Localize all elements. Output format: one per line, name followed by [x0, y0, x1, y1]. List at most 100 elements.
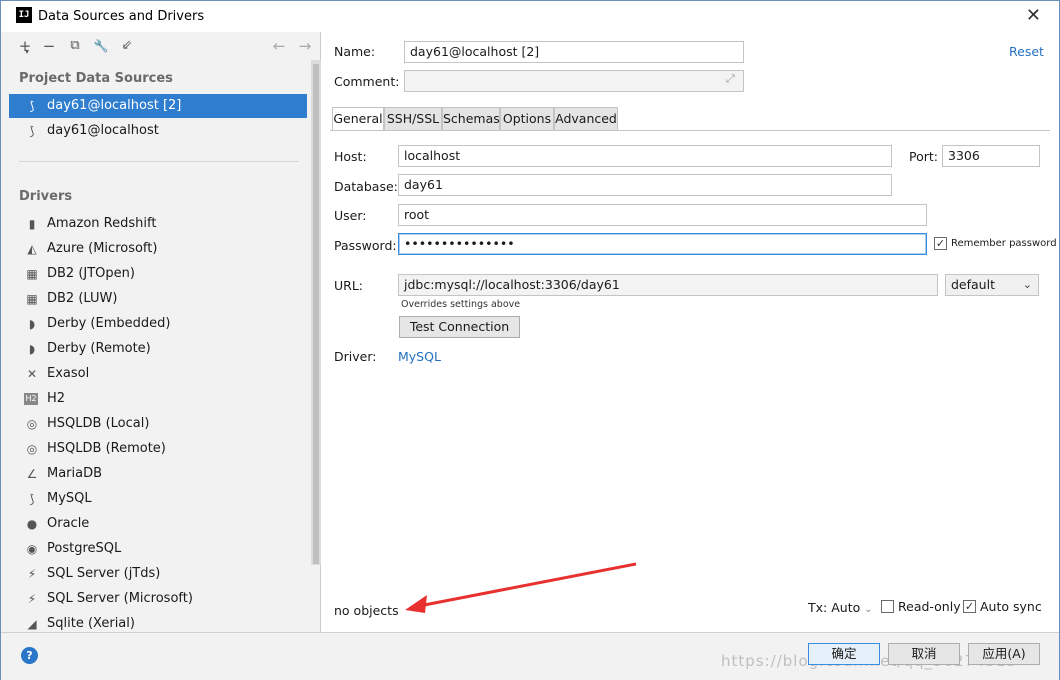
driver-item[interactable]: H2 H2 [9, 387, 307, 411]
driver-item[interactable]: ◎ HSQLDB (Remote) [9, 437, 307, 461]
left-panel: + ▾ − ⧉ 🔧 ⇙ ← → Project Data Sources ⟆ d… [1, 32, 321, 632]
driver-item[interactable]: ◭ Azure (Microsoft) [9, 237, 307, 261]
close-icon[interactable]: ✕ [1026, 5, 1041, 26]
apply-button[interactable]: 应用(A) [968, 643, 1040, 665]
ok-button[interactable]: 确定 [808, 643, 880, 665]
comment-field[interactable] [404, 70, 744, 92]
url-label: URL: [334, 278, 364, 293]
test-connection-button[interactable]: Test Connection [399, 316, 520, 338]
oracle-icon: ● [26, 517, 38, 531]
database-label: Database: [334, 179, 398, 194]
driver-label: HSQLDB (Remote) [47, 441, 166, 456]
driver-label: Derby (Embedded) [47, 316, 171, 331]
wrench-icon[interactable]: 🔧 [91, 36, 111, 56]
driver-label: SQL Server (Microsoft) [47, 591, 193, 606]
tx-mode-label: Tx: Auto [808, 600, 861, 615]
url-mode-value: default [951, 277, 995, 292]
driver-label: H2 [47, 391, 66, 406]
driver-item[interactable]: ✕ Exasol [9, 362, 307, 386]
derby-hat-icon: ◗ [28, 342, 36, 356]
tab-schemas[interactable]: Schemas [442, 107, 500, 131]
left-scrollbar[interactable] [311, 60, 321, 565]
auto-sync-checkbox[interactable]: ✓ [963, 600, 976, 613]
tab-general[interactable]: General [332, 107, 384, 131]
forward-arrow-icon[interactable]: → [295, 36, 315, 56]
read-only-checkbox[interactable] [881, 600, 894, 613]
back-arrow-icon[interactable]: ← [269, 36, 289, 56]
import-icon[interactable]: ⇙ [117, 36, 137, 56]
help-icon[interactable]: ? [21, 647, 38, 664]
exasol-icon: ✕ [26, 367, 38, 381]
database-field[interactable]: day61 [398, 174, 892, 196]
driver-item[interactable]: ▦ DB2 (LUW) [9, 287, 307, 311]
chevron-down-icon: ⌄ [1022, 278, 1032, 291]
user-field[interactable]: root [398, 204, 927, 226]
name-label: Name: [334, 44, 376, 59]
driver-label: DB2 (JTOpen) [47, 266, 135, 281]
url-hint: Overrides settings above [401, 299, 521, 310]
postgresql-elephant-icon: ◉ [26, 542, 38, 556]
cancel-button[interactable]: 取消 [888, 643, 960, 665]
db2-icon: ▦ [26, 267, 38, 281]
title-bar: IJ Data Sources and Drivers ✕ [1, 1, 1059, 32]
driver-label: Amazon Redshift [47, 216, 157, 231]
scrollbar-thumb[interactable] [313, 64, 319, 564]
annotation-arrow [405, 562, 637, 613]
remember-password-checkbox[interactable]: ✓ [934, 237, 947, 250]
driver-link[interactable]: MySQL [398, 349, 441, 364]
url-field[interactable]: jdbc:mysql://localhost:3306/day61 [398, 274, 938, 296]
copy-icon[interactable]: ⧉ [65, 36, 85, 56]
url-mode-select[interactable]: default ⌄ [945, 274, 1039, 296]
driver-item[interactable]: ∠ MariaDB [9, 462, 307, 486]
data-source-item[interactable]: ⟆ day61@localhost [2] [9, 94, 307, 118]
left-toolbar: + ▾ − ⧉ 🔧 ⇙ ← → [1, 32, 321, 60]
sqlserver-icon: ⚡ [27, 567, 37, 581]
driver-label: MySQL [47, 491, 92, 506]
remove-icon[interactable]: − [39, 36, 59, 56]
driver-item[interactable]: ◗ Derby (Remote) [9, 337, 307, 361]
section-divider [19, 161, 299, 162]
driver-item[interactable]: ⚡ SQL Server (Microsoft) [9, 587, 307, 611]
driver-item[interactable]: ⟆ MySQL [9, 487, 307, 511]
right-panel: Name: day61@localhost [2] Reset Comment:… [322, 32, 1059, 632]
driver-item[interactable]: ▦ DB2 (JTOpen) [9, 262, 307, 286]
remember-password-label: Remember password [951, 238, 1057, 249]
tab-ssh-ssl[interactable]: SSH/SSL [384, 107, 442, 131]
azure-icon: ◭ [27, 242, 37, 256]
driver-item[interactable]: ◗ Derby (Embedded) [9, 312, 307, 336]
read-only-label: Read-only [898, 599, 961, 614]
reset-link[interactable]: Reset [1009, 44, 1044, 59]
mysql-dolphin-icon: ⟆ [29, 99, 35, 113]
data-source-label: day61@localhost [47, 123, 159, 138]
expand-icon[interactable]: ⤢ [726, 72, 735, 86]
mariadb-seal-icon: ∠ [26, 467, 38, 481]
tab-advanced[interactable]: Advanced [554, 107, 618, 131]
host-label: Host: [334, 149, 367, 164]
driver-label: DB2 (LUW) [47, 291, 118, 306]
driver-item[interactable]: ⚡ SQL Server (jTds) [9, 562, 307, 586]
driver-label: Derby (Remote) [47, 341, 151, 356]
sqlserver-icon: ⚡ [27, 592, 37, 606]
window-title: Data Sources and Drivers [38, 9, 205, 24]
tab-options[interactable]: Options [500, 107, 554, 131]
driver-label: Exasol [47, 366, 90, 381]
hsqldb-icon: ◎ [26, 442, 38, 456]
h2-icon: H2 [24, 393, 38, 405]
driver-item[interactable]: ● Oracle [9, 512, 307, 536]
password-field[interactable]: ••••••••••••••• [398, 233, 927, 255]
data-source-item[interactable]: ⟆ day61@localhost [9, 119, 307, 143]
port-field[interactable]: 3306 [942, 145, 1040, 167]
tab-underline [330, 130, 1050, 131]
mysql-dolphin-icon: ⟆ [29, 124, 35, 138]
add-caret-icon[interactable]: ▾ [23, 42, 31, 62]
drivers-heading: Drivers [19, 189, 73, 204]
driver-item[interactable]: ▮ Amazon Redshift [9, 212, 307, 236]
dialog-footer: ? https://blog.csdn.net/qq_36274515 确定 取… [1, 632, 1059, 680]
name-field[interactable]: day61@localhost [2] [404, 41, 744, 63]
auto-sync-label: Auto sync [980, 599, 1042, 614]
data-sources-dialog: IJ Data Sources and Drivers ✕ + ▾ − ⧉ 🔧 … [0, 0, 1060, 680]
tx-mode-dropdown[interactable]: Tx: Auto ⌄ [808, 600, 873, 615]
driver-item[interactable]: ◎ HSQLDB (Local) [9, 412, 307, 436]
driver-item[interactable]: ◉ PostgreSQL [9, 537, 307, 561]
host-field[interactable]: localhost [398, 145, 892, 167]
